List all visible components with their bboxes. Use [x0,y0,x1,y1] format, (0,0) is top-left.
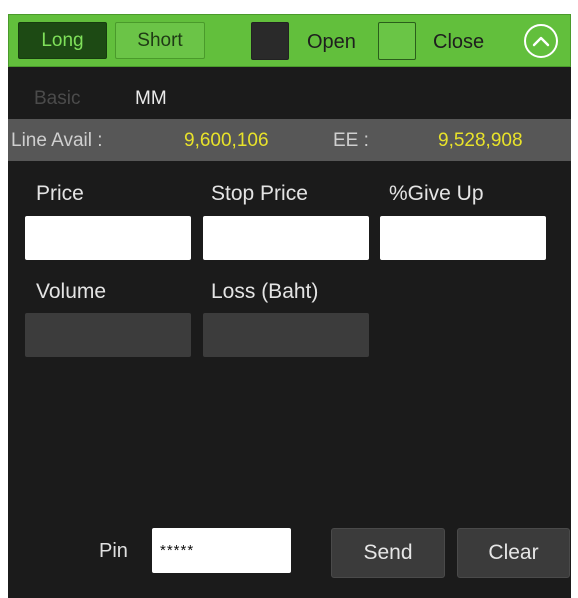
open-checkbox[interactable] [251,22,289,60]
ee-label: EE : [333,130,369,151]
ee-value: 9,528,908 [438,130,523,151]
loss-input[interactable] [203,313,369,357]
tab-mm[interactable]: MM [135,88,167,110]
volume-input[interactable] [25,313,191,357]
loss-label: Loss (Baht) [211,280,319,303]
pin-label: Pin [99,540,128,562]
send-button[interactable]: Send [331,528,445,578]
close-checkbox[interactable] [378,22,416,60]
clear-button[interactable]: Clear [457,528,570,578]
account-info-bar: Line Avail : 9,600,106 EE : 9,528,908 [8,119,571,161]
line-avail-label: Line Avail : [11,130,103,151]
stop-price-input[interactable] [203,216,369,260]
order-panel: Long Short Open Close Basic MM Line Avai… [8,14,571,598]
stop-price-label: Stop Price [211,182,308,205]
order-toolbar: Long Short Open Close [8,14,571,67]
give-up-input[interactable] [380,216,546,260]
give-up-label: %Give Up [389,182,484,205]
price-label: Price [36,182,84,205]
chevron-up-circle-icon[interactable] [524,24,558,58]
pin-input[interactable] [152,528,291,573]
long-button[interactable]: Long [18,22,107,59]
line-avail-value: 9,600,106 [184,130,269,151]
chevron-up-icon [532,36,550,47]
tab-basic[interactable]: Basic [34,88,80,110]
volume-label: Volume [36,280,107,303]
close-label: Close [433,31,485,53]
open-label: Open [307,31,356,53]
short-button[interactable]: Short [115,22,205,59]
price-input[interactable] [25,216,191,260]
